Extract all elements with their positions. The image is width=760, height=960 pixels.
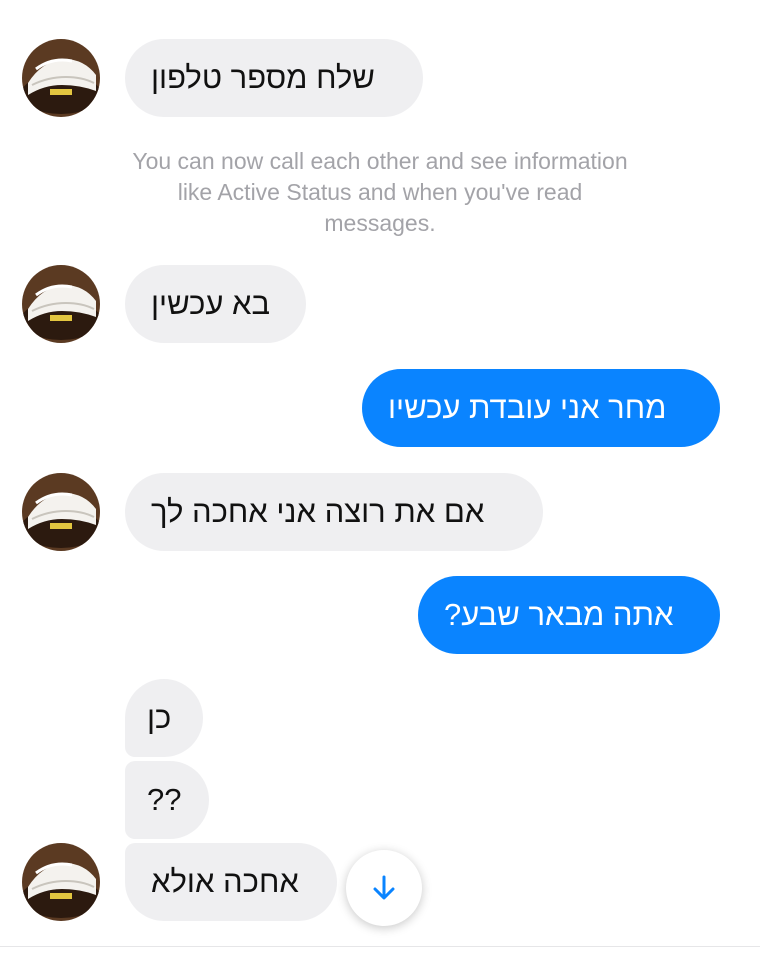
divider bbox=[0, 946, 760, 947]
car-photo-icon bbox=[22, 473, 100, 551]
scroll-to-latest-button[interactable] bbox=[346, 850, 422, 926]
incoming-message[interactable]: אם את רוצה אני אחכה לך bbox=[125, 473, 543, 551]
incoming-message[interactable]: כן bbox=[125, 679, 203, 757]
contact-avatar[interactable] bbox=[22, 473, 100, 551]
incoming-message[interactable]: אחכה אולא bbox=[125, 843, 337, 921]
arrow-down-icon bbox=[373, 875, 395, 900]
car-photo-icon bbox=[22, 843, 100, 921]
incoming-message[interactable]: בא עכשין bbox=[125, 265, 306, 343]
incoming-message[interactable]: שלח מספר טלפון bbox=[125, 39, 423, 117]
car-photo-icon bbox=[22, 265, 100, 343]
outgoing-message[interactable]: מחר אני עובדת עכשיו bbox=[362, 369, 720, 447]
contact-avatar[interactable] bbox=[22, 265, 100, 343]
outgoing-message[interactable]: אתה מבאר שבע? bbox=[418, 576, 720, 654]
contact-avatar[interactable] bbox=[22, 39, 100, 117]
system-notice-text: You can now call each other and see info… bbox=[132, 148, 628, 236]
contact-avatar[interactable] bbox=[22, 843, 100, 921]
car-photo-icon bbox=[22, 39, 100, 117]
message-thread[interactable]: שלח מספר טלפון You can now call each oth… bbox=[0, 0, 760, 947]
incoming-message[interactable]: ?? bbox=[125, 761, 209, 839]
